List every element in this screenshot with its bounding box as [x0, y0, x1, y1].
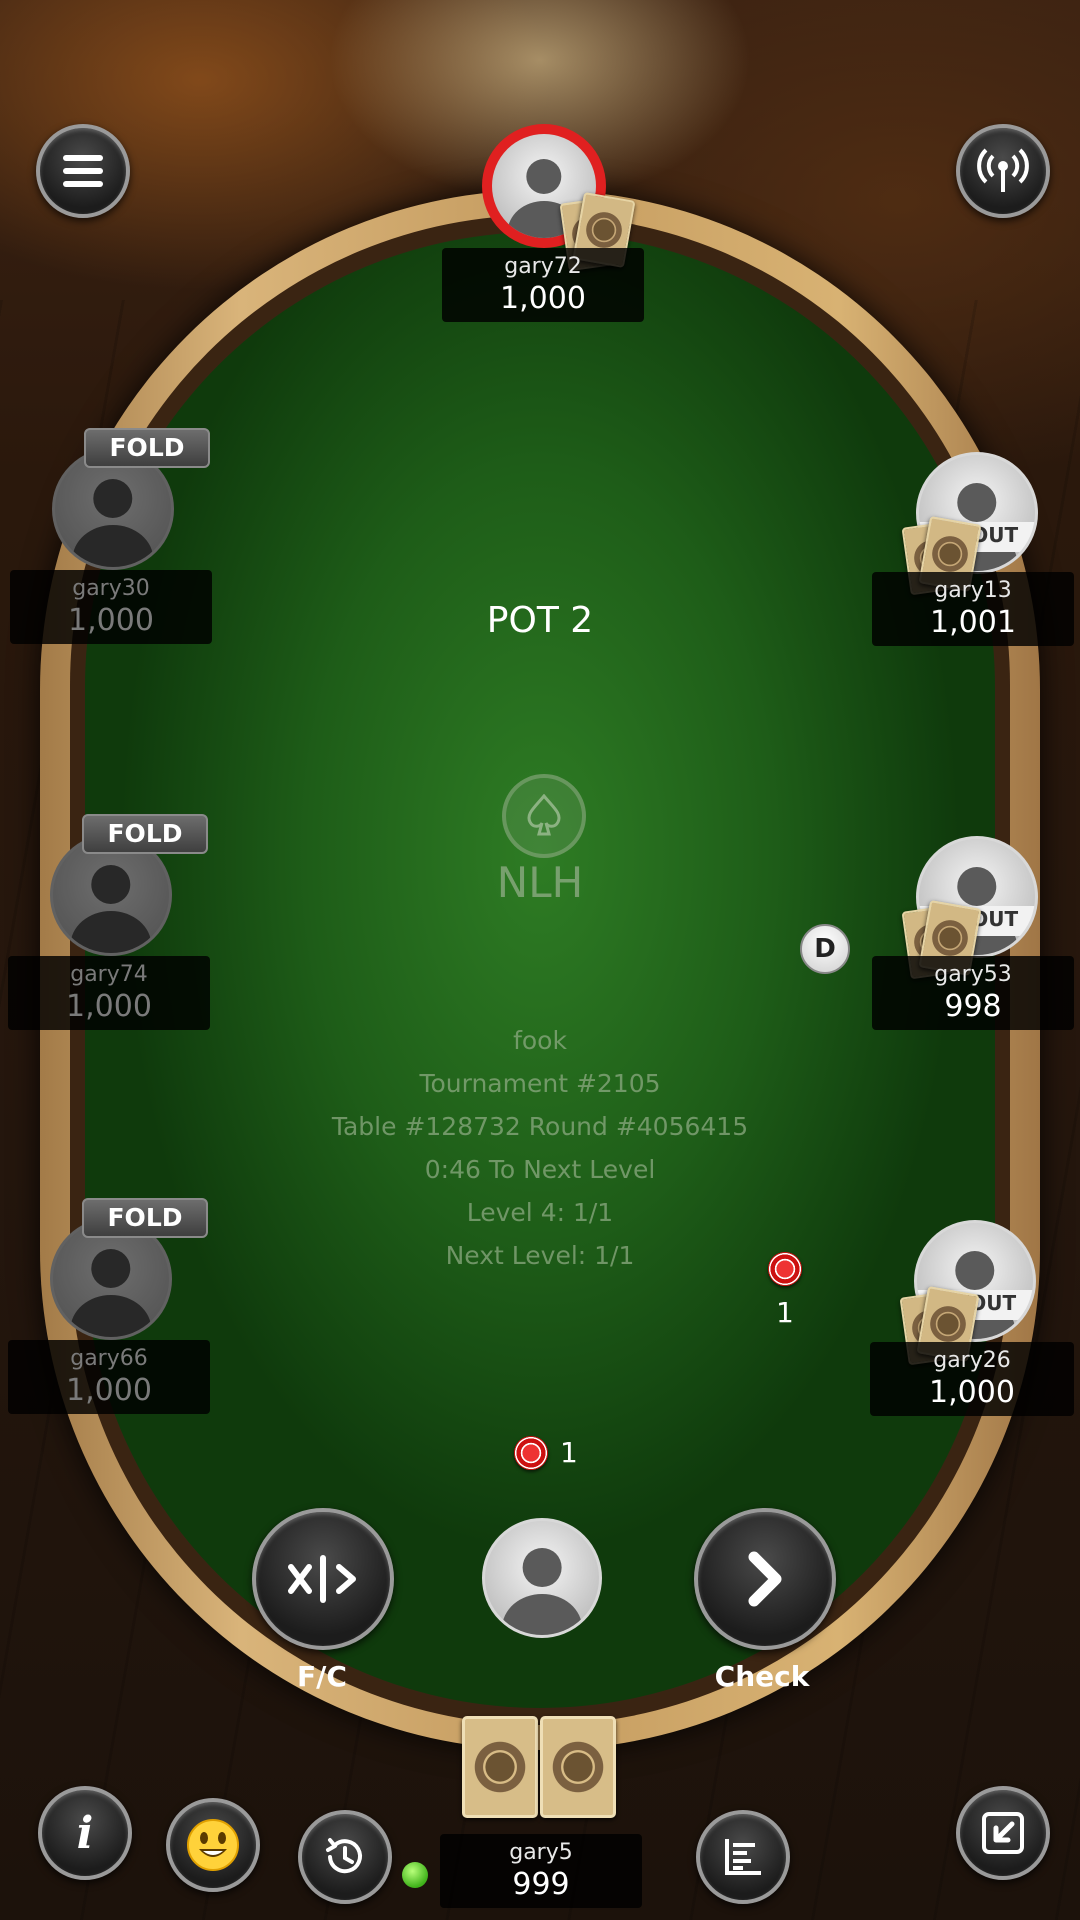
player-stack: 1,000: [66, 989, 152, 1024]
player-name: gary74: [70, 962, 148, 987]
player-stack: 998: [944, 989, 1002, 1024]
table-name: fook: [513, 1026, 567, 1055]
emoji-icon: [187, 1819, 239, 1871]
player-nameplate: gary53 998: [872, 956, 1074, 1030]
chip-icon: [768, 1252, 802, 1286]
next-level: Next Level: 1/1: [445, 1241, 635, 1270]
player-name: gary53: [934, 962, 1012, 987]
table-felt: [85, 232, 995, 1708]
hero-card-1: [462, 1716, 538, 1818]
online-status-icon: [402, 1862, 428, 1888]
tournament-id: Tournament #2105: [419, 1069, 661, 1098]
chevron-right-icon: [748, 1551, 782, 1607]
player-stack: 1,000: [929, 1375, 1015, 1410]
player-name: gary72: [504, 254, 582, 279]
table-round-id: Table #128732 Round #4056415: [331, 1112, 749, 1141]
player-nameplate: gary66 1,000: [8, 1340, 210, 1414]
menu-icon: [63, 155, 103, 187]
pot-label: POT 2: [486, 600, 594, 641]
stats-button[interactable]: [696, 1810, 790, 1904]
dealer-button: D: [800, 924, 850, 974]
player-name: gary26: [933, 1348, 1011, 1373]
hero-card-2: [540, 1716, 616, 1818]
current-level: Level 4: 1/1: [466, 1198, 614, 1227]
level-timer: 0:46 To Next Level: [424, 1155, 656, 1184]
fold-check-label: F/C: [297, 1660, 347, 1693]
signal-icon: [977, 148, 1029, 192]
player-nameplate: gary26 1,000: [870, 1342, 1074, 1416]
leave-table-button[interactable]: [956, 1786, 1050, 1880]
spade-logo-icon: [502, 774, 586, 858]
bet-amount: 1: [776, 1296, 794, 1329]
fold-badge: FOLD: [82, 814, 208, 854]
info-icon: i: [76, 1807, 94, 1859]
exit-icon: [982, 1812, 1024, 1854]
stats-icon: [725, 1839, 761, 1875]
hero-nameplate: gary5 999: [440, 1834, 642, 1908]
check-button[interactable]: [694, 1508, 836, 1650]
check-label: Check: [714, 1660, 810, 1693]
hand-history-button[interactable]: [298, 1810, 392, 1904]
connection-button[interactable]: [956, 124, 1050, 218]
player-stack: 1,000: [66, 1373, 152, 1408]
history-icon: [326, 1838, 362, 1874]
player-name: gary66: [70, 1346, 148, 1371]
emoji-button[interactable]: [166, 1798, 260, 1892]
player-nameplate: gary72 1,000: [442, 248, 644, 322]
player-nameplate: gary74 1,000: [8, 956, 210, 1030]
fold-check-button[interactable]: [252, 1508, 394, 1650]
hero-name: gary5: [509, 1840, 573, 1865]
fold-check-icon: [288, 1555, 356, 1603]
hero-stack: 999: [512, 1867, 570, 1902]
poker-table-screen: gary72 1,000 FOLD gary30 1,000 FOLD gary…: [0, 0, 1080, 1920]
player-stack: 1,000: [500, 281, 586, 316]
menu-button[interactable]: [36, 124, 130, 218]
chip-icon: [514, 1436, 548, 1470]
fold-badge: FOLD: [84, 428, 210, 468]
game-type: NLH: [496, 858, 584, 907]
hero-avatar[interactable]: [482, 1518, 602, 1638]
player-name: gary30: [72, 576, 150, 601]
bet-amount: 1: [560, 1436, 578, 1469]
info-button[interactable]: i: [38, 1786, 132, 1880]
